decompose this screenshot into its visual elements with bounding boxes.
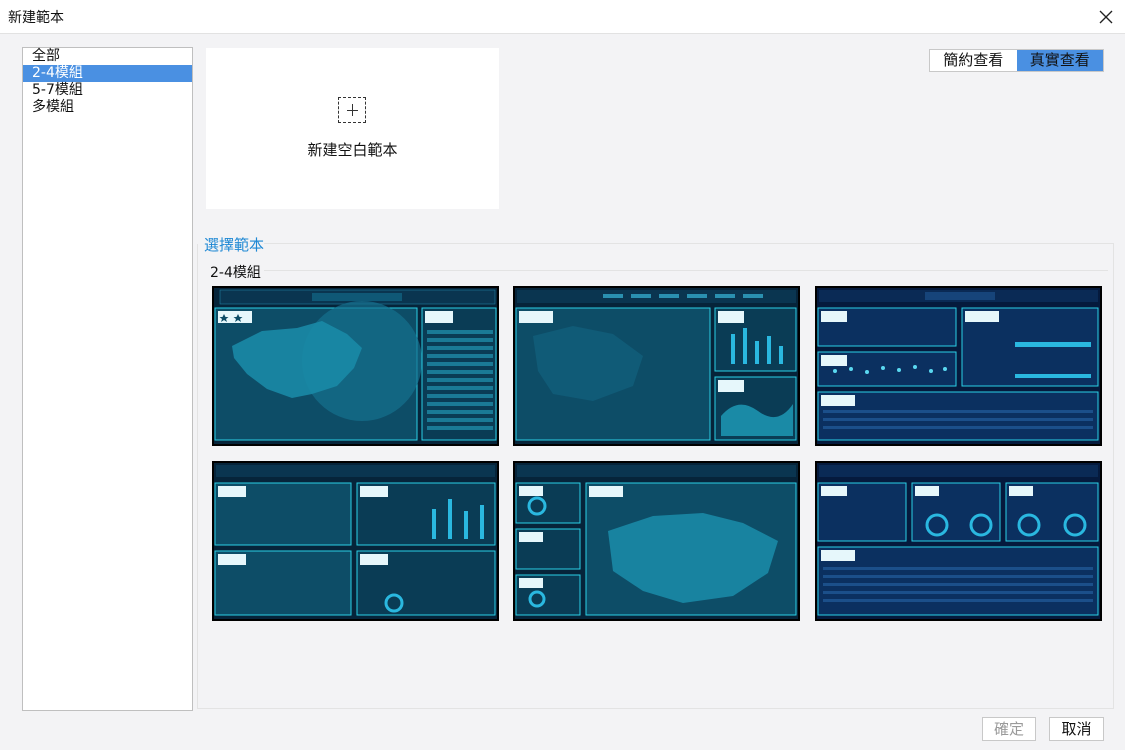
template-thumbnail-2[interactable] <box>513 286 800 446</box>
new-blank-template-label: 新建空白範本 <box>307 141 398 159</box>
view-mode-toggle: 簡約查看 真實查看 <box>929 49 1104 72</box>
category-item-2-4[interactable]: 2-4模組 <box>23 65 192 82</box>
group-label: 2-4模組 <box>210 265 261 281</box>
detail-view-button[interactable]: 真實查看 <box>1016 50 1103 71</box>
template-thumbnail-1[interactable] <box>212 286 499 446</box>
simple-view-button[interactable]: 簡約查看 <box>930 50 1017 71</box>
template-thumbnail-3[interactable] <box>815 286 1102 446</box>
new-blank-template-card[interactable]: 新建空白範本 <box>206 48 499 209</box>
title-bar: 新建範本 <box>0 0 1125 34</box>
plus-icon <box>338 97 366 123</box>
template-thumbnail-6[interactable] <box>815 461 1102 621</box>
cancel-button[interactable]: 取消 <box>1049 717 1104 741</box>
close-icon[interactable] <box>1091 3 1119 29</box>
group-divider <box>264 270 1108 271</box>
category-item-multi[interactable]: 多模組 <box>23 99 192 116</box>
window-title: 新建範本 <box>8 10 64 26</box>
category-item-all[interactable]: 全部 <box>23 48 192 65</box>
confirm-button[interactable]: 確定 <box>982 717 1036 741</box>
template-thumbnail-5[interactable] <box>513 461 800 621</box>
template-preview-4 <box>212 461 499 621</box>
template-preview-6 <box>815 461 1102 621</box>
template-preview-2 <box>513 286 800 446</box>
template-preview-5 <box>513 461 800 621</box>
template-preview-1 <box>212 286 499 446</box>
close-button[interactable] <box>1091 3 1119 29</box>
category-item-5-7[interactable]: 5-7模組 <box>23 82 192 99</box>
template-thumbnail-4[interactable] <box>212 461 499 621</box>
category-list: 全部 2-4模組 5-7模組 多模組 <box>22 47 193 711</box>
template-preview-3 <box>815 286 1102 446</box>
